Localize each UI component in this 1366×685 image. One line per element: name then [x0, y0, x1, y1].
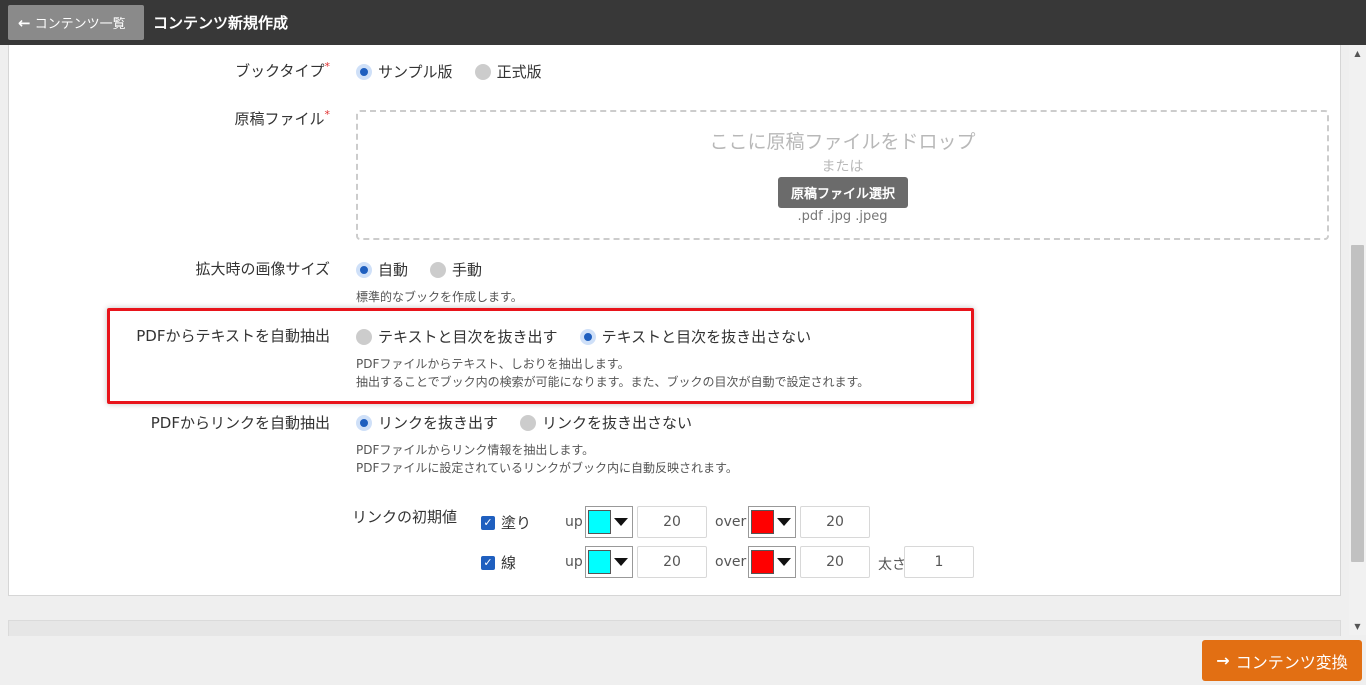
radio-sample-label: サンプル版	[378, 63, 453, 81]
color-swatch	[588, 510, 611, 534]
line-checkbox[interactable]: ✓ 線	[481, 552, 516, 573]
text-extract-help-2: 抽出することでブック内の検索が可能になります。また、ブックの目次が自動で設定され…	[356, 375, 870, 389]
color-swatch	[751, 510, 774, 534]
color-swatch	[588, 550, 611, 574]
checkmark-icon: ✓	[481, 515, 495, 530]
checkmark-icon: ✓	[481, 555, 495, 570]
line-up-label: up	[565, 554, 583, 570]
line-width-value[interactable]: 1	[904, 546, 974, 578]
radio-unselected-icon	[356, 328, 372, 345]
fill-checkbox[interactable]: ✓ 塗り	[481, 512, 531, 533]
radio-selected-icon	[356, 261, 372, 278]
fill-up-label: up	[565, 514, 583, 530]
required-mark: *	[324, 60, 331, 73]
dropzone-text: ここに原稿ファイルをドロップ	[709, 131, 976, 153]
link-extract-help-2: PDFファイルに設定されているリンクがブック内に自動反映されます。	[356, 461, 738, 475]
back-button-label: コンテンツ一覧	[34, 17, 126, 32]
radio-official-label: 正式版	[496, 63, 542, 81]
radio-auto-label: 自動	[378, 261, 409, 279]
scrollbar-thumb[interactable]	[1351, 245, 1364, 562]
dropdown-triangle-icon	[614, 518, 628, 526]
line-up-color-picker[interactable]	[585, 546, 633, 578]
fill-over-value[interactable]: 20	[800, 506, 870, 538]
radio-unselected-icon	[520, 414, 537, 431]
radio-sample[interactable]: サンプル版	[356, 61, 453, 82]
dropdown-triangle-icon	[777, 518, 791, 526]
dropdown-triangle-icon	[777, 558, 791, 566]
book-type-label: ブックタイプ*	[235, 60, 330, 81]
text-extract-label: PDFからテキストを自動抽出	[136, 327, 330, 345]
allowed-extensions: .pdf .jpg .jpeg	[797, 209, 888, 224]
manuscript-label-text: 原稿ファイル	[234, 110, 325, 128]
radio-unselected-icon	[474, 63, 491, 80]
radio-selected-icon	[356, 414, 372, 431]
radio-selected-icon	[356, 63, 372, 80]
fill-up-color-picker[interactable]	[585, 506, 633, 538]
required-mark: *	[324, 108, 331, 121]
back-to-list-button[interactable]: ← コンテンツ一覧	[8, 5, 144, 40]
line-width-label: 太さ	[878, 557, 906, 573]
link-extract-radio-group: リンクを抜き出す リンクを抜き出さない	[356, 412, 714, 433]
radio-extract-text[interactable]: テキストと目次を抜き出す	[356, 326, 558, 347]
link-extract-label: PDFからリンクを自動抽出	[150, 414, 330, 432]
line-over-label: over	[715, 554, 747, 570]
text-extract-radio-group: テキストと目次を抜き出す テキストと目次を抜き出さない	[356, 326, 833, 347]
vertical-scrollbar[interactable]: ▲ ▼	[1349, 45, 1366, 635]
dropzone-or-text: または	[821, 159, 864, 175]
link-extract-help-1: PDFファイルからリンク情報を抽出します。	[356, 443, 595, 457]
radio-auto[interactable]: 自動	[356, 259, 408, 280]
scroll-up-icon[interactable]: ▲	[1349, 45, 1366, 62]
select-manuscript-button[interactable]: 原稿ファイル選択	[778, 177, 908, 208]
radio-extract-links-label: リンクを抜き出す	[378, 414, 499, 432]
convert-content-button[interactable]: → コンテンツ変換	[1202, 640, 1362, 681]
fill-over-label: over	[715, 514, 747, 530]
fill-over-color-picker[interactable]	[748, 506, 796, 538]
book-type-label-text: ブックタイプ	[235, 62, 325, 80]
radio-selected-icon	[579, 328, 596, 345]
scroll-down-icon[interactable]: ▼	[1349, 618, 1366, 635]
zoom-size-help: 標準的なブックを作成します。	[356, 290, 523, 304]
manuscript-label: 原稿ファイル*	[234, 108, 330, 129]
page-title: コンテンツ新規作成	[153, 14, 289, 32]
book-type-radio-group: サンプル版 正式版	[356, 61, 564, 82]
line-over-value[interactable]: 20	[800, 546, 870, 578]
radio-official[interactable]: 正式版	[474, 61, 542, 82]
section-divider	[8, 620, 1341, 636]
radio-manual[interactable]: 手動	[430, 259, 482, 280]
radio-no-extract-text[interactable]: テキストと目次を抜き出さない	[579, 326, 812, 347]
color-swatch	[751, 550, 774, 574]
link-defaults-label: リンクの初期値	[352, 508, 458, 526]
fill-up-value[interactable]: 20	[637, 506, 707, 538]
zoom-size-label: 拡大時の画像サイズ	[195, 260, 330, 278]
radio-no-extract-links[interactable]: リンクを抜き出さない	[520, 412, 692, 433]
arrow-left-icon: ←	[18, 13, 31, 32]
line-checkbox-label: 線	[501, 554, 517, 572]
zoom-size-radio-group: 自動 手動	[356, 259, 504, 280]
radio-extract-text-label: テキストと目次を抜き出す	[378, 328, 558, 346]
line-up-value[interactable]: 20	[637, 546, 707, 578]
fill-checkbox-label: 塗り	[501, 514, 532, 532]
radio-extract-links[interactable]: リンクを抜き出す	[356, 412, 498, 433]
radio-manual-label: 手動	[452, 261, 483, 279]
text-extract-help-1: PDFファイルからテキスト、しおりを抽出します。	[356, 357, 630, 371]
line-over-color-picker[interactable]	[748, 546, 796, 578]
dropdown-triangle-icon	[614, 558, 628, 566]
arrow-right-icon: →	[1216, 651, 1230, 670]
radio-no-extract-text-label: テキストと目次を抜き出さない	[601, 328, 812, 346]
convert-button-label: コンテンツ変換	[1235, 652, 1348, 672]
radio-unselected-icon	[430, 261, 447, 278]
top-bar: ← コンテンツ一覧 コンテンツ新規作成	[0, 0, 1366, 45]
radio-no-extract-links-label: リンクを抜き出さない	[542, 414, 693, 432]
manuscript-dropzone[interactable]: ここに原稿ファイルをドロップ または 原稿ファイル選択 .pdf .jpg .j…	[356, 110, 1329, 240]
